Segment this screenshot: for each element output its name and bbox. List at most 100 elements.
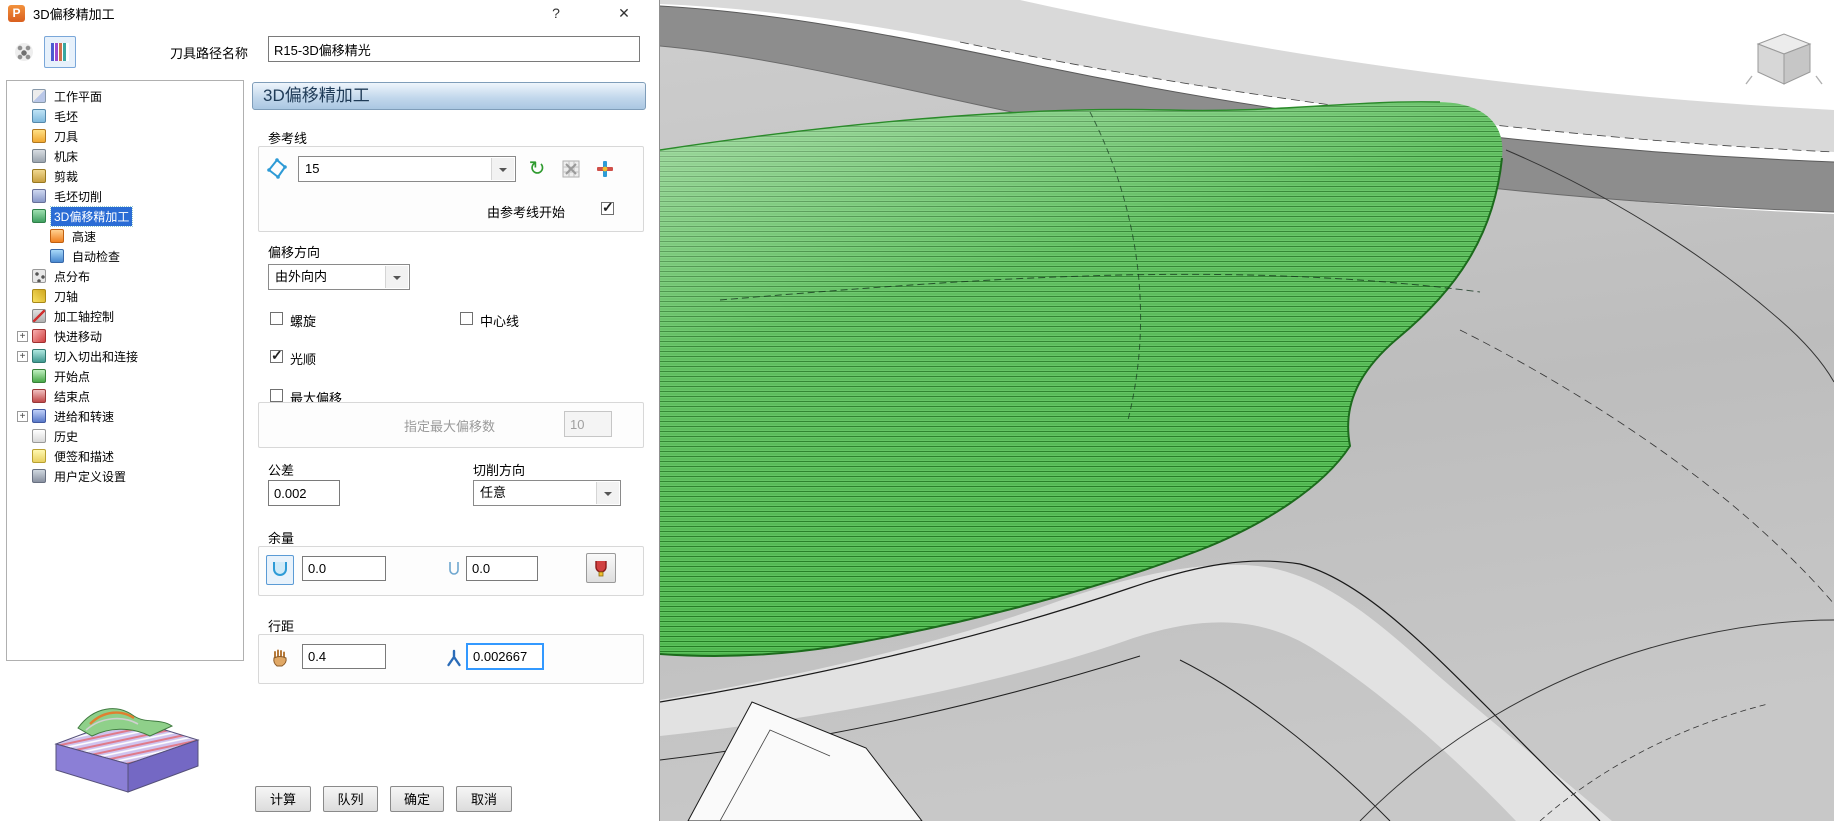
radial-thickness-icon[interactable] (266, 555, 294, 585)
machine-icon (32, 149, 46, 163)
chevron-down-icon[interactable] (596, 482, 619, 504)
stepover-label: 行距 (268, 616, 294, 635)
close-button[interactable]: ✕ (603, 0, 645, 26)
queue-button[interactable]: 队列 (323, 786, 378, 812)
colored-columns-icon (51, 43, 69, 61)
app-logo-icon: P (8, 5, 25, 22)
form-view-button[interactable] (44, 36, 76, 68)
block-icon (32, 109, 46, 123)
strategy-icon (32, 209, 46, 223)
autocheck-icon (50, 249, 64, 263)
leads-icon (32, 349, 46, 363)
calculate-button[interactable]: 计算 (255, 786, 311, 812)
radial-thickness-input[interactable] (302, 556, 386, 581)
stepover-hand-icon[interactable] (266, 643, 294, 673)
thickness-options-button[interactable] (586, 553, 616, 583)
rapid-icon (32, 329, 46, 343)
tree-item-userdef[interactable]: 用户定义设置 (7, 466, 243, 486)
strategy-dialog: P 3D偏移精加工 ? ✕ 刀具路径名称 工作平面 毛坯 (0, 0, 660, 821)
chevron-down-icon[interactable] (491, 158, 514, 180)
strategy-tree: 工作平面 毛坯 刀具 机床 剪裁 毛坯切削 (6, 80, 244, 661)
cusp-height-input[interactable] (466, 643, 544, 670)
points-icon (32, 269, 46, 283)
spiral-label: 螺旋 (290, 311, 316, 330)
tolerance-input[interactable] (268, 480, 340, 506)
app-root: P 3D偏移精加工 ? ✕ 刀具路径名称 工作平面 毛坯 (0, 0, 1834, 821)
pattern-icon[interactable] (264, 156, 290, 182)
components-view-button[interactable] (8, 36, 40, 68)
toolpath-name-input[interactable] (268, 36, 640, 62)
tree-item-notes[interactable]: 便签和描述 (7, 446, 243, 466)
dot-grid-icon (15, 43, 33, 61)
tool-icon (32, 129, 46, 143)
axial-thickness-input[interactable] (466, 556, 538, 581)
max-offset-checkbox[interactable] (270, 389, 283, 402)
thickness-label: 余量 (268, 528, 294, 547)
recreate-pattern-button[interactable]: ↻ (524, 156, 550, 182)
offset-direction-label: 偏移方向 (268, 242, 320, 261)
cancel-button[interactable]: 取消 (456, 786, 512, 812)
tree-item-autocheck[interactable]: 自动检查 (7, 246, 243, 266)
workplane-icon (32, 89, 46, 103)
tree-item-toolaxis[interactable]: 刀轴 (7, 286, 243, 306)
stockcut-icon (32, 189, 46, 203)
smoothing-checkbox[interactable] (270, 350, 283, 363)
viewport-3d[interactable] (660, 0, 1834, 821)
model-view[interactable] (660, 0, 1834, 821)
red-cup-icon (593, 559, 609, 577)
smoothing-label: 光顺 (290, 349, 316, 368)
tree-item-machine[interactable]: 机床 (7, 146, 243, 166)
centerline-checkbox[interactable] (460, 312, 473, 325)
spiral-checkbox[interactable] (270, 312, 283, 325)
cusp-height-icon[interactable] (440, 643, 468, 673)
pattern-select-value: 15 (305, 161, 319, 176)
ok-button[interactable]: 确定 (390, 786, 444, 812)
edit-pattern-button[interactable] (558, 156, 584, 182)
tree-item-workplane[interactable]: 工作平面 (7, 86, 243, 106)
help-button[interactable]: ? (535, 0, 577, 26)
tolerance-label: 公差 (268, 460, 294, 479)
cut-direction-select[interactable]: 任意 (473, 480, 621, 506)
tree-item-history[interactable]: 历史 (7, 426, 243, 446)
tree-expander-icon[interactable]: + (17, 331, 28, 342)
tree-expander-icon[interactable]: + (17, 351, 28, 362)
start-from-pattern-label: 由参考线开始 (487, 202, 565, 221)
offset-direction-select[interactable]: 由外向内 (268, 264, 410, 290)
tree-item-leads[interactable]: + 切入切出和连接 (7, 346, 243, 366)
pattern-select[interactable]: 15 (298, 156, 516, 182)
toolaxis-icon (32, 289, 46, 303)
tree-item-strategy[interactable]: 3D偏移精加工 (7, 206, 243, 226)
start-from-pattern-checkbox[interactable] (601, 202, 614, 215)
tree-item-rapid[interactable]: + 快进移动 (7, 326, 243, 346)
tree-item-block[interactable]: 毛坯 (7, 106, 243, 126)
recreate-pattern-icon: ↻ (529, 159, 546, 179)
dialog-topbar: 刀具路径名称 (0, 28, 659, 74)
tree-expander-icon[interactable]: + (17, 411, 28, 422)
feeds-icon (32, 409, 46, 423)
tree-item-points[interactable]: 点分布 (7, 266, 243, 286)
tree-item-stockcut[interactable]: 毛坯切削 (7, 186, 243, 206)
endpoint-icon (32, 389, 46, 403)
pattern-label: 参考线 (268, 128, 307, 147)
tree-item-tool[interactable]: 刀具 (7, 126, 243, 146)
tree-item-limit[interactable]: 剪裁 (7, 166, 243, 186)
grid-cross-icon (561, 159, 581, 179)
form-header: 3D偏移精加工 (252, 82, 646, 110)
offset-direction-value: 由外向内 (275, 269, 327, 284)
dialog-title: 3D偏移精加工 (33, 4, 115, 23)
startpoint-icon (32, 369, 46, 383)
color-plus-icon (595, 159, 615, 179)
tree-item-startpoint[interactable]: 开始点 (7, 366, 243, 386)
tree-item-axiscontrol[interactable]: 加工轴控制 (7, 306, 243, 326)
tree-item-endpoint[interactable]: 结束点 (7, 386, 243, 406)
axial-thickness-icon[interactable] (440, 555, 468, 585)
dialog-titlebar: P 3D偏移精加工 ? ✕ (0, 0, 659, 26)
chevron-down-icon[interactable] (385, 266, 408, 288)
max-offset-count-input (564, 411, 612, 437)
tree-item-highspeed[interactable]: 高速 (7, 226, 243, 246)
userdef-icon (32, 469, 46, 483)
add-pattern-button[interactable] (592, 156, 618, 182)
stepover-input[interactable] (302, 644, 386, 669)
limit-icon (32, 169, 46, 183)
tree-item-feeds[interactable]: + 进给和转速 (7, 406, 243, 426)
